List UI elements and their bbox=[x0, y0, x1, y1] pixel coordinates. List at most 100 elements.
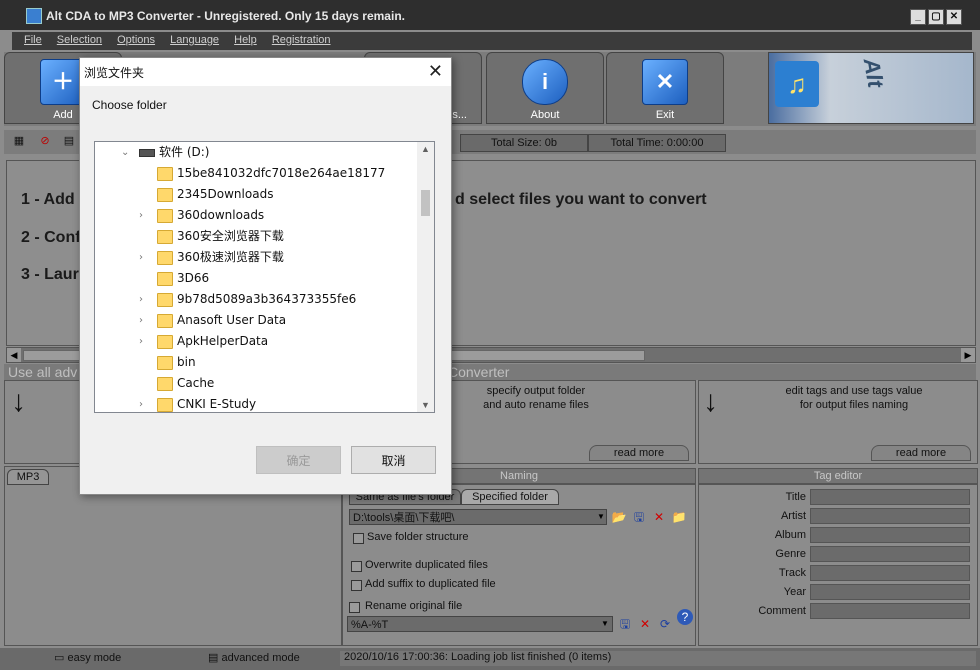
collapse-chevron-icon[interactable]: ⌄ bbox=[121, 142, 131, 163]
tag-year-field[interactable] bbox=[810, 584, 970, 600]
folder-name: 3D66 bbox=[177, 271, 210, 285]
folder-icon bbox=[157, 188, 173, 202]
down-arrow-icon: ↓ bbox=[703, 385, 718, 418]
minimize-button[interactable]: _ bbox=[910, 9, 926, 25]
dropdown-arrow-icon[interactable]: ▼ bbox=[593, 509, 609, 525]
tag-album-field[interactable] bbox=[810, 527, 970, 543]
select-all-icon[interactable]: ▦ bbox=[12, 134, 26, 148]
tree-folder-item[interactable]: › ApkHelperData bbox=[95, 331, 415, 352]
scroll-left-arrow[interactable]: ◀ bbox=[7, 348, 21, 362]
hint-right-text: edit tags and use tags value for output … bbox=[785, 385, 923, 411]
tree-scrollbar[interactable]: ▲ ▼ bbox=[417, 142, 434, 412]
menu-help[interactable]: Help bbox=[234, 34, 257, 46]
expand-chevron-icon[interactable]: › bbox=[139, 289, 149, 310]
menu-options[interactable]: Options bbox=[117, 34, 155, 46]
advanced-mode-button[interactable]: ▤ advanced mode bbox=[208, 651, 300, 664]
folder-name: 15be841032dfc7018e264ae18177 bbox=[177, 166, 386, 180]
tag-title-field[interactable] bbox=[810, 489, 970, 505]
help-icon[interactable]: ? bbox=[677, 609, 693, 625]
tree-folder-item[interactable]: 360安全浏览器下载 bbox=[95, 226, 415, 247]
deselect-icon[interactable]: ⊘ bbox=[38, 134, 52, 148]
read-more-button[interactable]: read more bbox=[871, 445, 971, 461]
expand-chevron-icon[interactable]: › bbox=[139, 331, 149, 352]
delete-icon[interactable]: ✕ bbox=[637, 616, 653, 632]
naming-panel: Same as file's folder Specified folder D… bbox=[342, 484, 696, 646]
hint-panel-right: ↓ edit tags and use tags value for outpu… bbox=[698, 380, 978, 464]
folder-name: 2345Downloads bbox=[177, 187, 274, 201]
open-folder-icon[interactable]: 📁 bbox=[671, 509, 687, 525]
tree-folder-item[interactable]: 3D66 bbox=[95, 268, 415, 289]
expand-chevron-icon[interactable]: › bbox=[139, 205, 149, 226]
expand-chevron-icon[interactable]: › bbox=[139, 310, 149, 331]
scroll-down-arrow[interactable]: ▼ bbox=[417, 400, 434, 410]
folder-name: 360安全浏览器下载 bbox=[177, 229, 284, 243]
folder-icon bbox=[157, 272, 173, 286]
menu-language[interactable]: Language bbox=[170, 34, 219, 46]
tree-drive[interactable]: ⌄ 软件 (D:) bbox=[95, 142, 415, 163]
dialog-close-icon[interactable]: ✕ bbox=[428, 61, 443, 82]
save-icon[interactable]: 🖫 bbox=[631, 509, 647, 525]
tree-folder-item[interactable]: bin bbox=[95, 352, 415, 373]
cancel-button[interactable]: 取消 bbox=[351, 446, 436, 474]
close-button[interactable]: ✕ bbox=[946, 9, 962, 25]
tag-artist-field[interactable] bbox=[810, 508, 970, 524]
refresh-icon[interactable]: ⟳ bbox=[657, 616, 673, 632]
exit-button[interactable]: ✕ Exit bbox=[606, 52, 724, 124]
browse-folder-icon[interactable]: 📂 bbox=[611, 509, 627, 525]
maximize-button[interactable]: ▢ bbox=[928, 9, 944, 25]
app-icon bbox=[26, 8, 42, 24]
tag-title-label: Title bbox=[785, 491, 806, 503]
save-structure-checkbox[interactable] bbox=[353, 533, 364, 544]
folder-icon bbox=[157, 377, 173, 391]
tree-folder-item[interactable]: › 360downloads bbox=[95, 205, 415, 226]
scroll-up-arrow[interactable]: ▲ bbox=[417, 144, 434, 154]
tree-folder-item[interactable]: 15be841032dfc7018e264ae18177 bbox=[95, 163, 415, 184]
tree-scroll-thumb[interactable] bbox=[421, 190, 430, 216]
rename-original-checkbox[interactable] bbox=[349, 602, 360, 613]
tag-comment-field[interactable] bbox=[810, 603, 970, 619]
folder-name: 9b78d5089a3b364373355fe6 bbox=[177, 292, 357, 306]
logo-watermark: Alt bbox=[858, 56, 889, 90]
tag-genre-select[interactable] bbox=[810, 546, 970, 562]
total-size: Total Size: 0b bbox=[460, 134, 588, 152]
tag-editor-header: Tag editor bbox=[698, 468, 978, 484]
drive-icon bbox=[139, 149, 155, 157]
tab-specified-folder[interactable]: Specified folder bbox=[461, 489, 559, 505]
output-folder-field[interactable]: D:\tools\桌面\下载吧\ bbox=[349, 509, 607, 525]
folder-tree[interactable]: ⌄ 软件 (D:) 15be841032dfc7018e264ae18177 23… bbox=[94, 141, 435, 413]
about-button[interactable]: i About bbox=[486, 52, 604, 124]
tree-folder-item[interactable]: Cache bbox=[95, 373, 415, 394]
rename-pattern-field[interactable]: %A-%T bbox=[347, 616, 613, 632]
read-more-button[interactable]: read more bbox=[589, 445, 689, 461]
folder-name: bin bbox=[177, 355, 196, 369]
folder-icon bbox=[157, 293, 173, 307]
scroll-right-arrow[interactable]: ▶ bbox=[961, 348, 975, 362]
delete-icon[interactable]: ✕ bbox=[651, 509, 667, 525]
tag-artist-label: Artist bbox=[780, 510, 806, 522]
save-icon[interactable]: 🖫 bbox=[617, 616, 633, 632]
add-suffix-checkbox[interactable] bbox=[351, 580, 362, 591]
ok-button[interactable]: 确定 bbox=[256, 446, 341, 474]
invert-selection-icon[interactable]: ▤ bbox=[62, 134, 76, 148]
title-bar: Alt CDA to MP3 Converter - Unregistered.… bbox=[0, 0, 980, 30]
tree-folder-item[interactable]: › 360极速浏览器下载 bbox=[95, 247, 415, 268]
tree-folder-item[interactable]: › CNKI E-Study bbox=[95, 394, 415, 412]
tree-folder-item[interactable]: › Anasoft User Data bbox=[95, 310, 415, 331]
menu-selection[interactable]: Selection bbox=[57, 34, 102, 46]
menu-file[interactable]: File bbox=[24, 34, 42, 46]
easy-mode-button[interactable]: ▭ easy mode bbox=[54, 651, 121, 664]
step-2: 2 - Conf bbox=[21, 229, 81, 246]
tab-mp3[interactable]: MP3 bbox=[7, 469, 49, 485]
status-text: 2020/10/16 17:00:36: Loading job list fi… bbox=[340, 651, 976, 666]
expand-chevron-icon[interactable]: › bbox=[139, 247, 149, 268]
expand-chevron-icon[interactable]: › bbox=[139, 394, 149, 412]
browse-folder-dialog: 浏览文件夹 ✕ Choose folder ⌄ 软件 (D:) 15be8410… bbox=[79, 57, 452, 495]
tree-folder-item[interactable]: 2345Downloads bbox=[95, 184, 415, 205]
tag-track-field[interactable] bbox=[810, 565, 970, 581]
dialog-title-bar: 浏览文件夹 ✕ bbox=[80, 58, 451, 86]
dropdown-arrow-icon[interactable]: ▼ bbox=[597, 616, 613, 632]
menu-registration[interactable]: Registration bbox=[272, 34, 331, 46]
overwrite-checkbox[interactable] bbox=[351, 561, 362, 572]
tag-comment-label: Comment bbox=[758, 605, 806, 617]
tree-folder-item[interactable]: › 9b78d5089a3b364373355fe6 bbox=[95, 289, 415, 310]
